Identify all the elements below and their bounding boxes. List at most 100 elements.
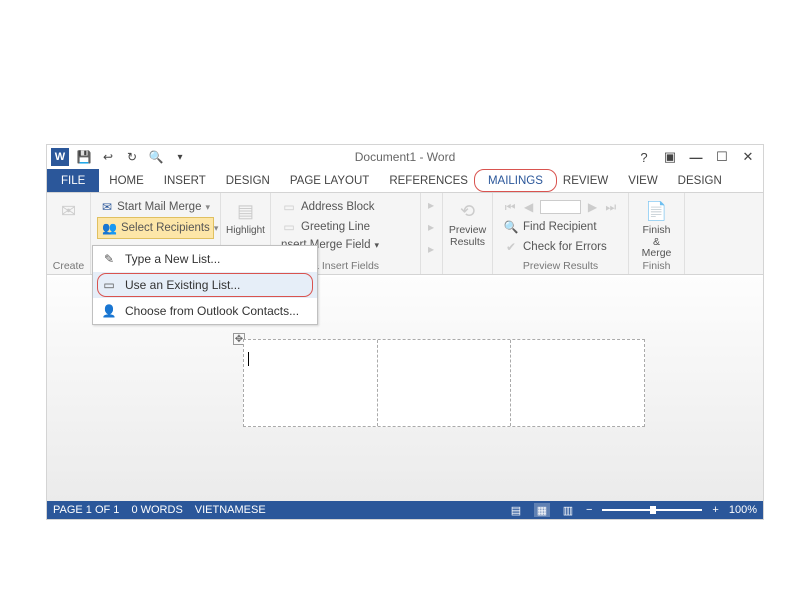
finish-icon: 📄 xyxy=(644,199,670,223)
select-recipients-label: Select Recipients xyxy=(121,222,210,234)
tab-view[interactable]: VIEW xyxy=(618,169,667,192)
minimize-icon[interactable]: — xyxy=(687,148,705,166)
chevron-down-icon: ▾ xyxy=(214,223,219,234)
recipients-icon: 👥 xyxy=(102,220,117,236)
label-cell[interactable] xyxy=(244,340,378,426)
status-right: ▤ ▦ ▥ − + 100% xyxy=(508,503,757,517)
address-block-label: Address Block xyxy=(301,201,375,213)
status-left: PAGE 1 OF 1 0 WORDS VIETNAMESE xyxy=(53,504,266,516)
label-cell[interactable] xyxy=(511,340,644,426)
group-finish: 📄 Finish & Merge Finish xyxy=(629,193,685,274)
status-bar: PAGE 1 OF 1 0 WORDS VIETNAMESE ▤ ▦ ▥ − +… xyxy=(47,501,763,519)
group-finish-label: Finish xyxy=(629,260,684,272)
word-count[interactable]: 0 WORDS xyxy=(131,504,182,516)
finish-merge-button[interactable]: 📄 Finish & Merge xyxy=(635,197,678,262)
web-layout-icon[interactable]: ▥ xyxy=(560,503,576,517)
next-record-icon[interactable]: ▶ xyxy=(585,199,599,215)
greeting-line-label: Greeting Line xyxy=(301,221,370,233)
word-icon: W xyxy=(51,148,69,166)
highlight-button[interactable]: ▤ Highlight xyxy=(227,197,264,238)
tab-design[interactable]: DESIGN xyxy=(216,169,280,192)
highlight-icon: ▤ xyxy=(233,199,259,223)
envelopes-button[interactable]: ✉ xyxy=(53,197,84,225)
check-errors-button[interactable]: ✔ Check for Errors xyxy=(499,237,622,257)
tab-mailings[interactable]: MAILINGS xyxy=(478,169,553,192)
search-icon: 🔍 xyxy=(503,219,519,235)
zoom-out-button[interactable]: − xyxy=(586,504,592,516)
select-recipients-dropdown: ✎ Type a New List... ▭ Use an Existing L… xyxy=(92,245,318,325)
outlook-icon: 👤 xyxy=(101,303,117,319)
chevron-down-icon: ▾ xyxy=(374,240,379,251)
dropdown-use-existing-list[interactable]: ▭ Use an Existing List... xyxy=(93,272,317,298)
group-preview-label: Preview Results xyxy=(493,260,628,272)
dropdown-outlook-contacts[interactable]: 👤 Choose from Outlook Contacts... xyxy=(93,298,317,324)
ribbon-tabs: FILE HOME INSERT DESIGN PAGE LAYOUT REFE… xyxy=(47,169,763,193)
labels-table[interactable] xyxy=(243,339,645,427)
text-cursor xyxy=(248,352,249,366)
update-labels-icon[interactable]: ▸ xyxy=(423,241,439,257)
print-preview-icon[interactable]: 🔍 xyxy=(147,148,165,166)
window-controls: ? ▣ — ☐ ✕ xyxy=(635,148,763,166)
record-nav: ⏮ ◀ ▶ ⏭ xyxy=(499,197,622,217)
close-icon[interactable]: ✕ xyxy=(739,148,757,166)
maximize-icon[interactable]: ☐ xyxy=(713,148,731,166)
language-status[interactable]: VIETNAMESE xyxy=(195,504,266,516)
check-errors-label: Check for Errors xyxy=(523,241,607,253)
preview-results-label: Preview Results xyxy=(449,225,486,248)
use-existing-list-label: Use an Existing List... xyxy=(125,278,240,292)
find-recipient-label: Find Recipient xyxy=(523,221,597,233)
record-number-input[interactable] xyxy=(540,200,582,214)
rules-icon[interactable]: ▸ xyxy=(423,197,439,213)
group-preview-results: ⏮ ◀ ▶ ⏭ 🔍 Find Recipient ✔ Check for Err… xyxy=(493,193,629,274)
save-icon[interactable]: 💾 xyxy=(75,148,93,166)
greeting-line-icon: ▭ xyxy=(281,219,297,235)
mail-merge-icon: ✉ xyxy=(101,199,113,215)
last-record-icon[interactable]: ⏭ xyxy=(604,199,618,215)
group-create-label: Create xyxy=(47,260,90,272)
match-fields-icon[interactable]: ▸ xyxy=(423,219,439,235)
help-icon[interactable]: ? xyxy=(635,148,653,166)
check-icon: ✔ xyxy=(503,239,519,255)
finish-merge-label: Finish & Merge xyxy=(639,225,674,260)
zoom-in-button[interactable]: + xyxy=(712,504,718,516)
prev-record-icon[interactable]: ◀ xyxy=(521,199,535,215)
tab-references[interactable]: REFERENCES xyxy=(379,169,478,192)
undo-icon[interactable]: ↩ xyxy=(99,148,117,166)
redo-icon[interactable]: ↻ xyxy=(123,148,141,166)
page-count[interactable]: PAGE 1 OF 1 xyxy=(53,504,119,516)
quick-access-toolbar: W 💾 ↩ ↻ 🔍 ▾ xyxy=(47,148,189,166)
type-new-list-label: Type a New List... xyxy=(125,252,220,266)
tab-review[interactable]: REVIEW xyxy=(553,169,618,192)
chevron-down-icon: ▾ xyxy=(205,202,210,213)
first-record-icon[interactable]: ⏮ xyxy=(503,199,517,215)
qat-customize-icon[interactable]: ▾ xyxy=(171,148,189,166)
existing-list-icon: ▭ xyxy=(101,277,117,293)
group-create: ✉ Create xyxy=(47,193,91,274)
zoom-level[interactable]: 100% xyxy=(729,504,757,516)
outlook-contacts-label: Choose from Outlook Contacts... xyxy=(125,304,299,318)
group-rules: ▸ ▸ ▸ xyxy=(421,193,443,274)
zoom-thumb[interactable] xyxy=(650,506,656,514)
tab-design-table[interactable]: DESIGN xyxy=(668,169,732,192)
select-recipients-button[interactable]: 👥 Select Recipients ▾ xyxy=(97,217,214,239)
group-preview-btn: ⟲ Preview Results xyxy=(443,193,493,274)
dropdown-type-new-list[interactable]: ✎ Type a New List... xyxy=(93,246,317,272)
find-recipient-button[interactable]: 🔍 Find Recipient xyxy=(499,217,622,237)
greeting-line-button[interactable]: ▭ Greeting Line xyxy=(277,217,414,237)
tab-page-layout[interactable]: PAGE LAYOUT xyxy=(280,169,379,192)
document-title: Document1 - Word xyxy=(355,150,455,164)
start-mail-merge-button[interactable]: ✉ Start Mail Merge ▾ xyxy=(97,197,214,217)
print-layout-icon[interactable]: ▦ xyxy=(534,503,550,517)
tab-home[interactable]: HOME xyxy=(99,169,154,192)
preview-results-button[interactable]: ⟲ Preview Results xyxy=(449,197,486,250)
zoom-slider[interactable] xyxy=(602,509,702,511)
word-window: W 💾 ↩ ↻ 🔍 ▾ Document1 - Word ? ▣ — ☐ ✕ F… xyxy=(46,144,764,520)
tab-file[interactable]: FILE xyxy=(47,169,99,192)
read-mode-icon[interactable]: ▤ xyxy=(508,503,524,517)
address-block-button[interactable]: ▭ Address Block xyxy=(277,197,414,217)
new-list-icon: ✎ xyxy=(101,251,117,267)
tab-insert[interactable]: INSERT xyxy=(154,169,216,192)
label-cell[interactable] xyxy=(378,340,512,426)
ribbon-options-icon[interactable]: ▣ xyxy=(661,148,679,166)
envelope-icon: ✉ xyxy=(56,199,82,223)
